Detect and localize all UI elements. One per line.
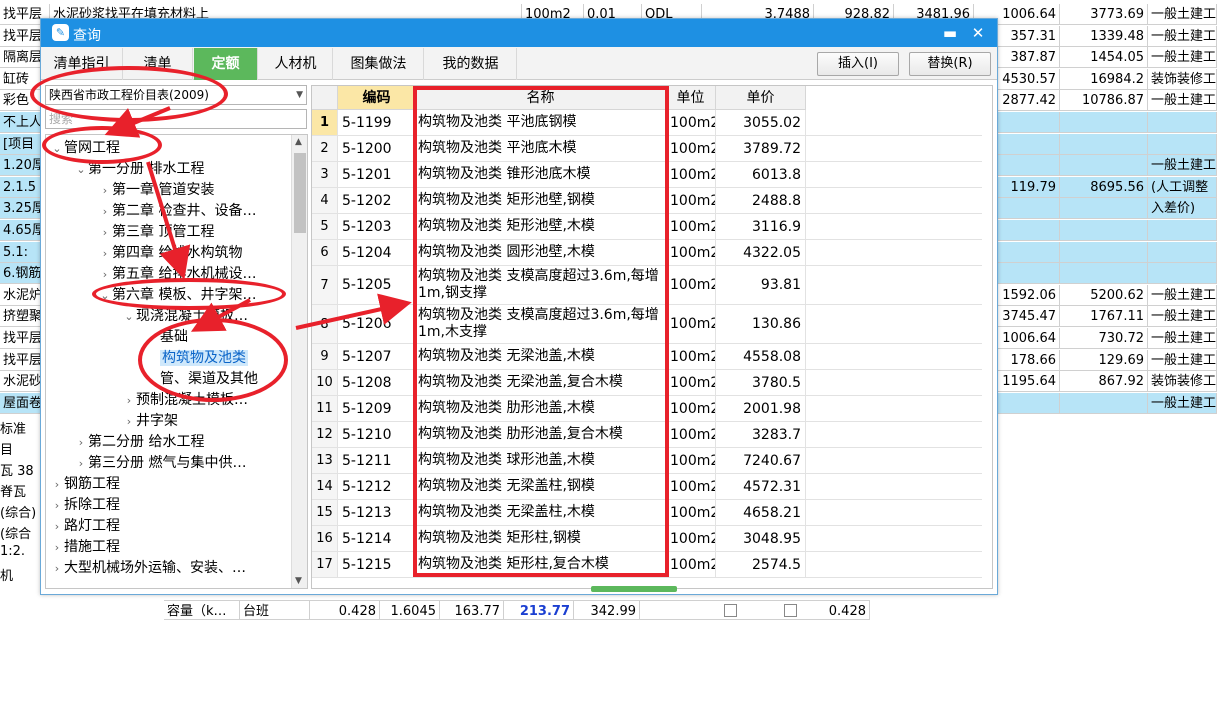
arrow-3 [190,298,251,332]
arrow-2 [146,161,191,280]
arrow-1 [104,106,171,138]
arrow-4 [295,293,412,330]
annotation-arrows [104,106,412,332]
